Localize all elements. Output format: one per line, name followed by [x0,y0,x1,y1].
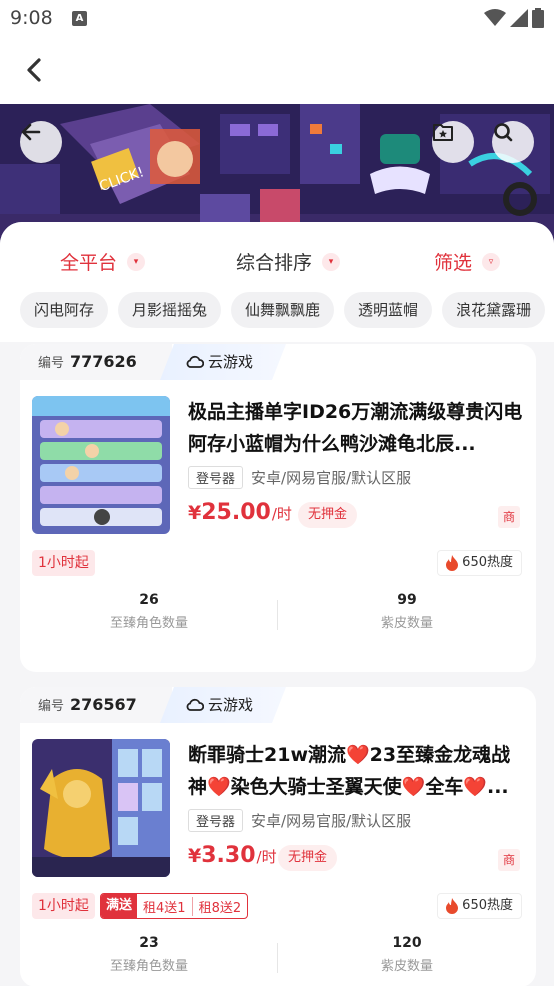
min-hours-tag: 1小时起 [32,893,95,919]
screen-filter[interactable]: 筛选 ▿ [434,248,501,275]
chevron-down-icon: ▾ [127,252,146,271]
status-bar: 9:08 A [0,0,554,38]
merchant-badge: 商 [498,506,520,528]
screen-filter-label: 筛选 [434,252,473,274]
cloud-label: 云游戏 [208,696,254,714]
login-tag: 登号器 [188,466,244,489]
status-icons [484,8,544,28]
stat-item: 99 紫皮数量 [278,592,536,631]
listing-card[interactable]: 编号 777626 云游戏 极品主播单字ID26万潮流满级尊贵闪电阿存小蓝帽为什… [20,344,536,672]
price-value: 25.00 [201,500,271,525]
card-header: 编号 777626 云游戏 [20,344,536,380]
stat-value: 99 [397,592,417,608]
chip-tag[interactable]: 月影摇摇兔 [118,292,222,328]
stat-item: 120 紫皮数量 [278,935,536,974]
min-hours-tag: 1小时起 [32,550,95,576]
stat-value: 23 [139,935,159,951]
listing-thumbnail[interactable] [32,396,170,534]
rental-price: ¥ 3.30 /时 [188,843,277,868]
flame-icon [446,898,459,914]
stat-value: 26 [139,592,159,608]
promo-offer: 租4送1 [137,896,193,916]
content-panel: 全平台 ▾ 综合排序 ▾ 筛选 ▿ 闪电阿存 月影摇摇兔 仙舞飘飘鹿 透明蓝帽 … [0,222,554,986]
thumbnail-art [32,396,170,534]
listing-meta: 登号器 安卓/网易官服/默认区服 [188,466,411,489]
battery-icon [532,8,544,28]
heat-value: 650热度 [462,898,513,913]
stat-item: 26 至臻角色数量 [20,592,278,631]
notification-icon: A [72,11,87,26]
search-button[interactable] [492,121,534,163]
id-label: 编号 [38,699,65,714]
price-unit: /时 [256,848,277,866]
chip-tag[interactable]: 仙舞飘飘鹿 [231,292,335,328]
arrow-left-icon [21,123,41,141]
stat-value: 120 [392,935,422,951]
status-time: 9:08 [10,7,53,29]
heat-badge: 650热度 [437,550,522,576]
listing-id: 编号 276567 [20,687,172,723]
banner-back-button[interactable] [20,121,62,163]
stat-label: 至臻角色数量 [109,616,188,631]
listing-thumbnail[interactable] [32,739,170,877]
price-value: 3.30 [201,843,256,868]
star-folder-icon [433,124,453,141]
sort-filter-label: 综合排序 [236,252,313,274]
price-currency: ¥ [188,845,202,867]
heat-badge: 650热度 [437,893,522,919]
listing-id: 编号 777626 [20,344,172,380]
listing-title: 极品主播单字ID26万潮流满级尊贵闪电阿存小蓝帽为什么鸭沙滩龟北辰... [188,401,523,455]
top-nav [0,38,554,104]
flame-icon [446,555,459,571]
listing-title: 断罪骑士21w潮流❤️23至臻金龙魂战神❤️染色大骑士圣翼天使❤️全车❤️... [188,744,511,798]
cloud-game-badge: 云游戏 [160,344,286,380]
server-info: 安卓/网易官服/默认区服 [251,469,412,487]
thumbnail-art [32,739,170,877]
cloud-icon [186,698,204,712]
id-value: 276567 [70,695,137,714]
chevron-down-icon: ▾ [322,252,341,271]
stat-label: 至臻角色数量 [109,959,188,974]
stat-label: 紫皮数量 [380,959,433,974]
listing-card[interactable]: 编号 276567 云游戏 断罪骑士21w潮流❤️23至臻金龙魂战神❤️染色大骑… [20,687,536,986]
platform-filter[interactable]: 全平台 ▾ [60,248,146,275]
listing-meta: 登号器 安卓/网易官服/默认区服 [188,809,411,832]
filter-bar: 全平台 ▾ 综合排序 ▾ 筛选 ▿ 闪电阿存 月影摇摇兔 仙舞飘飘鹿 透明蓝帽 … [0,222,554,342]
server-info: 安卓/网易官服/默认区服 [251,812,412,830]
stat-label: 紫皮数量 [380,616,433,631]
cloud-label: 云游戏 [208,353,254,371]
promo-offer: 租8送2 [198,900,242,916]
stat-item: 23 至臻角色数量 [20,935,278,974]
chip-tag[interactable]: 透明蓝帽 [344,292,433,328]
funnel-icon: ▿ [482,252,501,271]
price-currency: ¥ [188,502,202,524]
no-deposit-badge: 无押金 [298,502,358,528]
id-label: 编号 [38,356,65,371]
search-icon [494,123,513,142]
promo-tag: 满送 [101,894,138,918]
login-tag: 登号器 [188,809,244,832]
tag-chips: 闪电阿存 月影摇摇兔 仙舞飘飘鹿 透明蓝帽 浪花黛露珊 [20,292,546,328]
wifi-icon [484,9,506,26]
merchant-badge: 商 [498,849,520,871]
sort-filter[interactable]: 综合排序 ▾ [236,248,341,275]
rental-price: ¥ 25.00 /时 [188,500,292,525]
id-value: 777626 [70,352,137,371]
signal-icon [510,9,528,27]
chip-tag[interactable]: 闪电阿存 [20,292,109,328]
cloud-game-badge: 云游戏 [160,687,286,723]
card-header: 编号 276567 云游戏 [20,687,536,723]
chip-tag[interactable]: 浪花黛露珊 [442,292,546,328]
promo-badge: 满送 租4送1 租8送2 [100,893,249,919]
heat-value: 650热度 [462,555,513,570]
favorite-folder-button[interactable] [432,121,474,163]
back-icon[interactable] [20,56,48,84]
cloud-icon [186,355,204,369]
platform-filter-label: 全平台 [60,252,118,274]
no-deposit-badge: 无押金 [278,845,338,871]
price-unit: /时 [271,505,292,523]
